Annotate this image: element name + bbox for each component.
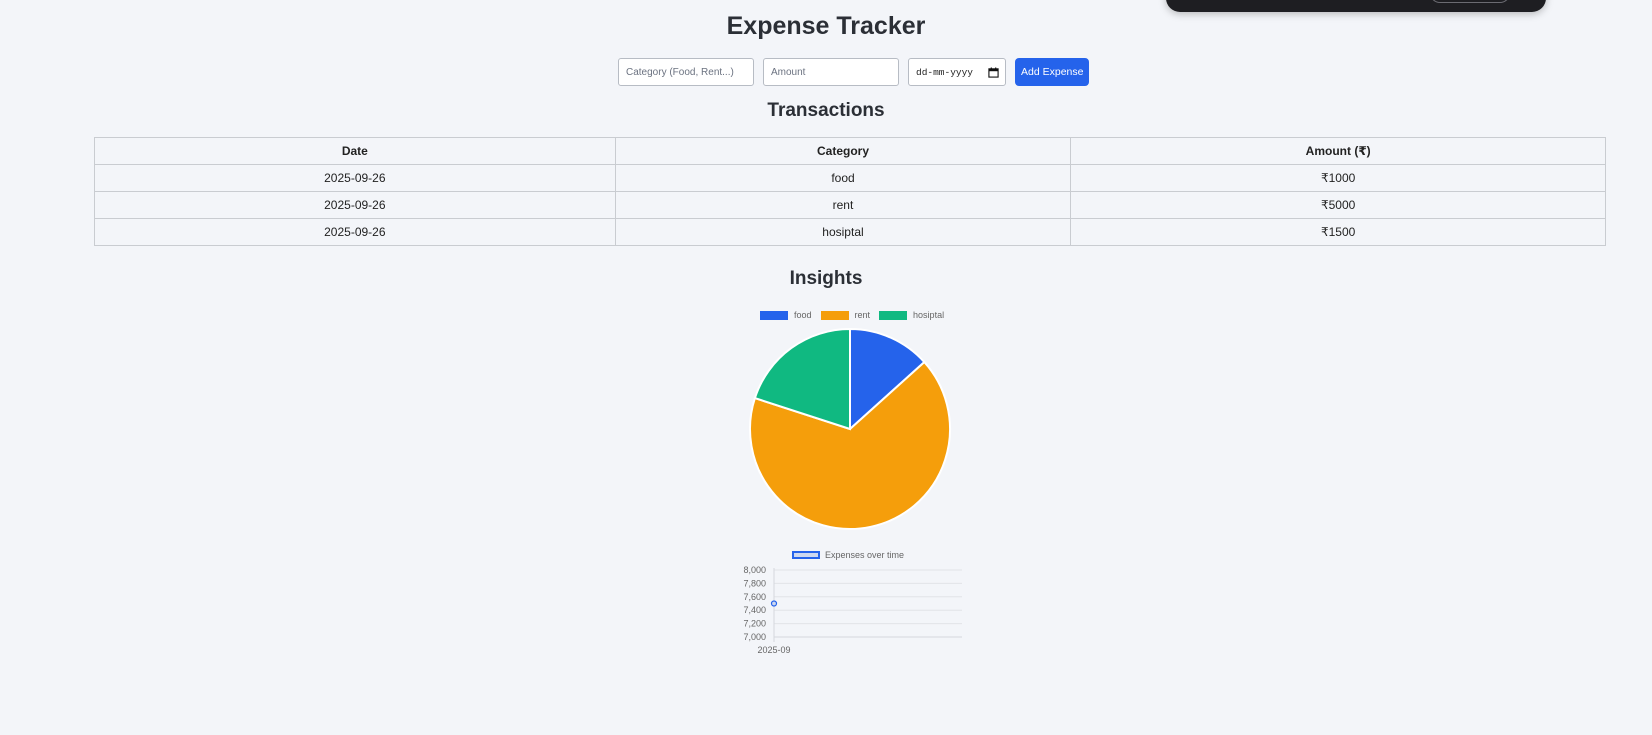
y-tick-label: 7,400 (743, 605, 766, 615)
legend-label: hosiptal (913, 310, 945, 320)
calendar-icon[interactable] (988, 66, 999, 78)
y-tick-label: 7,800 (743, 578, 766, 588)
legend-swatch (760, 310, 788, 320)
page: Expense Tracker dd-mm-yyyy Add Expense T… (0, 0, 1652, 735)
add-expense-button[interactable]: Add Expense (1015, 58, 1090, 86)
data-point[interactable] (770, 600, 778, 607)
legend-label: rent (854, 310, 871, 320)
pie-legend: food rent hosiptal (760, 310, 953, 320)
cell-date: 2025-09-26 (94, 164, 616, 192)
cell-amount: ₹5000 (1070, 191, 1606, 219)
date-input[interactable]: dd-mm-yyyy (908, 58, 1006, 86)
y-tick-label: 8,000 (743, 565, 766, 575)
floating-toolbar (1166, 0, 1546, 12)
pie-chart (749, 327, 951, 530)
cell-date: 2025-09-26 (94, 218, 616, 246)
line-legend[interactable]: Expenses over time (792, 550, 904, 560)
column-header-category: Category (614, 137, 1072, 165)
page-title: Expense Tracker (726, 12, 926, 40)
column-header-date: Date (94, 137, 616, 165)
table-row: 2025-09-26 hosiptal ₹1500 (94, 218, 1606, 246)
x-tick-label: 2025-09 (757, 645, 790, 655)
expense-form: dd-mm-yyyy Add Expense (618, 58, 1090, 86)
cell-amount: ₹1000 (1070, 164, 1606, 192)
cell-category: rent (614, 191, 1072, 219)
cell-amount: ₹1500 (1070, 218, 1606, 246)
y-tick-label: 7,600 (743, 592, 766, 602)
insights-heading: Insights (789, 268, 863, 289)
transactions-table: Date Category Amount (₹) 2025-09-26 food… (94, 137, 1606, 246)
y-tick-label: 7,000 (743, 632, 766, 642)
legend-swatch (820, 310, 849, 320)
legend-item-food[interactable]: food (760, 310, 812, 320)
cell-category: hosiptal (614, 218, 1072, 246)
y-tick-label: 7,200 (743, 619, 766, 629)
line-chart: 8,000 7,800 7,600 7,400 7,200 7,000 2025-09 (743, 565, 962, 655)
legend-item-rent[interactable]: rent (820, 310, 871, 320)
category-input[interactable] (618, 58, 754, 86)
legend-label: Expenses over time (825, 550, 905, 560)
cell-category: food (614, 164, 1072, 192)
column-header-amount: Amount (₹) (1070, 137, 1606, 165)
toolbar-button[interactable] (1430, 0, 1510, 3)
amount-input[interactable] (763, 58, 899, 86)
date-placeholder: dd-mm-yyyy (916, 66, 974, 78)
table-header-row: Date Category Amount (₹) (94, 137, 1606, 165)
legend-item-hosiptal[interactable]: hosiptal (879, 310, 944, 320)
legend-swatch (792, 551, 820, 559)
cell-date: 2025-09-26 (94, 191, 616, 219)
transactions-heading: Transactions (767, 100, 885, 121)
legend-label: food (794, 310, 812, 320)
table-row: 2025-09-26 food ₹1000 (94, 164, 1606, 192)
table-row: 2025-09-26 rent ₹5000 (94, 191, 1606, 219)
legend-swatch (879, 310, 908, 320)
